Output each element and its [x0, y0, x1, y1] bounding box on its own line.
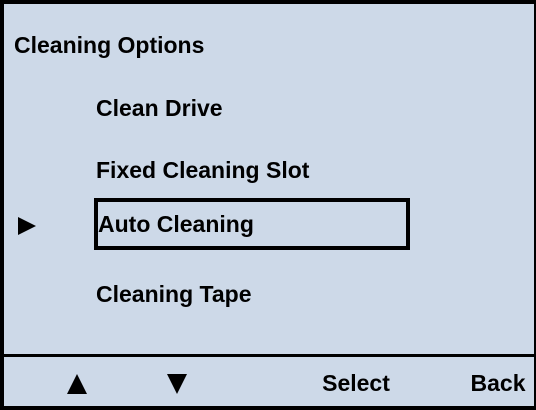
- menu-item-label: Clean Drive: [96, 94, 223, 121]
- page-title: Cleaning Options: [14, 32, 205, 58]
- menu-item-label: Auto Cleaning: [98, 210, 254, 237]
- up-button[interactable]: [52, 357, 102, 410]
- back-button-label: Back: [470, 370, 526, 396]
- down-button[interactable]: [152, 357, 202, 410]
- lcd-screen: Cleaning Options Clean Drive Fixed Clean…: [0, 0, 536, 410]
- softkey-bar: Select Back: [4, 354, 536, 410]
- back-button[interactable]: Back: [460, 357, 536, 410]
- triangle-right-icon: [18, 217, 36, 235]
- triangle-down-icon: [167, 373, 187, 394]
- menu-item-clean-drive[interactable]: Clean Drive: [94, 82, 410, 134]
- select-button[interactable]: Select: [304, 357, 408, 410]
- menu-item-auto-cleaning[interactable]: Auto Cleaning: [94, 198, 410, 250]
- menu-item-fixed-cleaning-slot[interactable]: Fixed Cleaning Slot: [94, 144, 410, 196]
- select-button-label: Select: [322, 370, 390, 396]
- triangle-up-icon: [67, 373, 87, 394]
- menu-item-cleaning-tape[interactable]: Cleaning Tape: [94, 268, 410, 320]
- menu-item-label: Fixed Cleaning Slot: [96, 156, 310, 183]
- menu-item-label: Cleaning Tape: [96, 280, 252, 307]
